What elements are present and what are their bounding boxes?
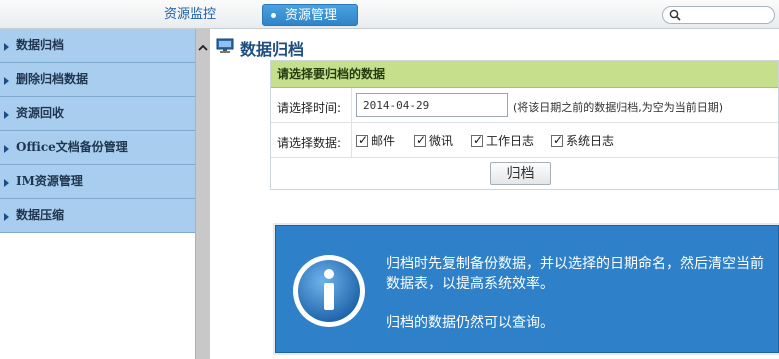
divider	[351, 88, 352, 123]
time-row: 请选择时间: (将该日期之前的数据归档,为空为当前日期)	[271, 88, 778, 123]
sidebar-item-resource-recycle[interactable]: 资源回收	[0, 97, 195, 131]
search-box[interactable]	[662, 6, 775, 24]
checkbox-checked-icon[interactable]	[356, 133, 368, 147]
sidebar-arrow-icon	[4, 145, 9, 153]
info-panel: 归档时先复制备份数据，并以选择的日期命名，然后清空当前数据表，以提高系统效率。 …	[275, 225, 779, 353]
info-icon	[293, 255, 365, 327]
active-dot-icon	[271, 13, 276, 18]
search-input[interactable]	[683, 8, 771, 22]
checkbox-mail[interactable]: 邮件	[356, 133, 396, 148]
sidebar-item-label: 数据压缩	[16, 208, 65, 222]
sidebar-item-label: 资源回收	[16, 106, 65, 120]
page-title: 数据归档	[240, 40, 305, 59]
search-icon[interactable]	[669, 9, 681, 21]
sidebar: 数据归档 删除归档数据 资源回收 Office文档备份管理 IM资源管理 数据压…	[0, 29, 196, 359]
date-hint: (将该日期之前的数据归档,为空为当前日期)	[513, 101, 724, 114]
checkbox-checked-icon[interactable]	[471, 133, 483, 147]
tab-resource-management[interactable]: 资源管理	[262, 4, 358, 26]
data-label: 请选择数据:	[277, 136, 342, 150]
sidebar-item-label: 数据归档	[16, 38, 65, 52]
sidebar-arrow-icon	[4, 179, 9, 187]
info-text-secondary: 归档的数据仍然可以查询。	[386, 315, 554, 331]
data-row: 请选择数据: 邮件 微讯 工作日志 系统日志	[271, 123, 778, 158]
time-label: 请选择时间:	[277, 101, 342, 115]
submit-row: 归档	[271, 158, 778, 189]
checkbox-checked-icon[interactable]	[414, 133, 426, 147]
checkbox-work-log[interactable]: 工作日志	[471, 133, 535, 148]
checkbox-weixun[interactable]: 微讯	[414, 133, 454, 148]
sidebar-item-im-resource[interactable]: IM资源管理	[0, 165, 195, 199]
archive-button[interactable]: 归档	[490, 162, 551, 185]
checkbox-weixun-label: 微讯	[429, 134, 454, 148]
tab-resource-monitor[interactable]: 资源监控	[150, 4, 230, 26]
sidebar-item-delete-archive[interactable]: 删除归档数据	[0, 63, 195, 97]
checkbox-system-log[interactable]: 系统日志	[551, 133, 615, 148]
sidebar-item-label: 删除归档数据	[16, 72, 89, 86]
collapse-up-icon[interactable]	[196, 41, 210, 55]
sidebar-arrow-icon	[4, 213, 9, 221]
sidebar-arrow-icon	[4, 43, 9, 51]
sidebar-item-label: IM资源管理	[16, 174, 83, 188]
sidebar-collapse-rail[interactable]	[196, 29, 210, 359]
divider	[351, 123, 352, 158]
sidebar-item-data-archive[interactable]: 数据归档	[0, 29, 195, 63]
checkbox-checked-icon[interactable]	[551, 133, 563, 147]
tab-resource-management-label: 资源管理	[285, 8, 338, 23]
checkbox-system-log-label: 系统日志	[566, 134, 615, 148]
date-input[interactable]	[356, 93, 508, 117]
checkbox-mail-label: 邮件	[371, 134, 396, 148]
archive-form: 请选择要归档的数据 请选择时间: (将该日期之前的数据归档,为空为当前日期) 请…	[270, 60, 779, 190]
form-header: 请选择要归档的数据	[271, 61, 778, 88]
top-navigation-bar: 资源监控 资源管理	[0, 0, 779, 29]
sidebar-arrow-icon	[4, 77, 9, 85]
sidebar-item-label: Office文档备份管理	[16, 140, 128, 154]
monitor-icon	[216, 38, 234, 53]
sidebar-arrow-icon	[4, 111, 9, 119]
checkbox-work-log-label: 工作日志	[486, 134, 535, 148]
sidebar-item-data-compress[interactable]: 数据压缩	[0, 199, 195, 233]
sidebar-item-office-backup[interactable]: Office文档备份管理	[0, 131, 195, 165]
info-text-primary: 归档时先复制备份数据，并以选择的日期命名，然后清空当前数据表，以提高系统效率。	[386, 256, 764, 292]
main-content: 数据归档 请选择要归档的数据 请选择时间: (将该日期之前的数据归档,为空为当前…	[210, 29, 779, 359]
